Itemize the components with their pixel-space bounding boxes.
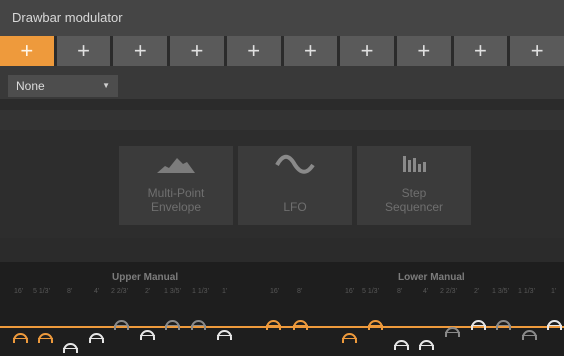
modulator-slots: + + + + + + + + + + <box>0 36 564 66</box>
footage-label: 4' <box>94 288 100 295</box>
drawbar-handle[interactable] <box>140 330 155 340</box>
card-label-line2: Sequencer <box>384 200 444 214</box>
footage-label: 2 2/3' <box>440 288 457 295</box>
drawbar-handle[interactable] <box>266 320 281 330</box>
drawbar-handle[interactable] <box>419 340 434 350</box>
multi-point-envelope-card[interactable]: Multi-Point Envelope <box>119 146 233 225</box>
footage-label: 5 1/3' <box>362 288 379 295</box>
lfo-card[interactable]: LFO <box>238 146 352 225</box>
sine-wave-icon <box>275 154 315 174</box>
drawbar-strip <box>0 262 564 356</box>
slot-4-button[interactable]: + <box>170 36 224 66</box>
drawbar-handle[interactable] <box>368 320 383 330</box>
lower-manual-label: Lower Manual <box>398 272 465 283</box>
footage-label: 1' <box>222 288 228 295</box>
slot-10-button[interactable]: + <box>510 36 564 66</box>
envelope-icon <box>157 158 195 173</box>
footage-label: 2' <box>145 288 151 295</box>
slot-9-button[interactable]: + <box>453 36 508 66</box>
drawbar-handle[interactable] <box>293 320 308 330</box>
drawbar-handle[interactable] <box>191 320 206 330</box>
divider-band <box>0 110 564 130</box>
card-label-line1: Step <box>401 186 427 200</box>
footage-label: 1 3/5' <box>492 288 509 295</box>
drawbar-handle[interactable] <box>63 343 78 353</box>
upper-manual-label: Upper Manual <box>112 272 179 283</box>
drawbar-handle[interactable] <box>445 327 460 337</box>
footage-label: 16' <box>14 288 24 295</box>
drawbar-handle[interactable] <box>217 330 232 340</box>
footage-label: 16' <box>270 288 280 295</box>
drawbar-handle[interactable] <box>114 320 129 330</box>
footage-label: 1 1/3' <box>192 288 209 295</box>
drawbar-handle[interactable] <box>342 333 357 343</box>
footage-label: 5 1/3' <box>33 288 50 295</box>
drawbar-handle[interactable] <box>496 320 511 330</box>
step-sequencer-card[interactable]: Step Sequencer <box>357 146 471 225</box>
drawbar-handle[interactable] <box>89 333 104 343</box>
panel-title: Drawbar modulator <box>12 10 123 25</box>
footage-label: 1' <box>551 288 557 295</box>
drawbar-handle[interactable] <box>547 320 562 330</box>
drawbar-handle[interactable] <box>13 333 28 343</box>
chevron-down-icon: ▼ <box>102 81 110 90</box>
bars-icon <box>403 156 426 172</box>
footage-label: 8' <box>397 288 403 295</box>
card-label-line1: Multi-Point <box>147 186 205 200</box>
drawbar-handle[interactable] <box>471 320 486 330</box>
source-dropdown-value: None <box>16 79 45 93</box>
slot-3-button[interactable]: + <box>113 36 168 66</box>
source-dropdown[interactable]: None ▼ <box>8 75 118 97</box>
footage-label: 8' <box>67 288 73 295</box>
footage-label: 1 1/3' <box>518 288 535 295</box>
footage-label: 16' <box>345 288 355 295</box>
drawbar-handle[interactable] <box>165 320 180 330</box>
footage-label: 2 2/3' <box>111 288 128 295</box>
footage-label: 1 3/5' <box>164 288 181 295</box>
slot-6-button[interactable]: + <box>283 36 338 66</box>
footage-label: 2' <box>474 288 480 295</box>
card-label-line2: Envelope <box>150 200 202 214</box>
slot-7-button[interactable]: + <box>340 36 394 66</box>
slot-8-button[interactable]: + <box>396 36 451 66</box>
drawbar-handle[interactable] <box>394 340 409 350</box>
footage-label: 8' <box>297 288 303 295</box>
slot-2-button[interactable]: + <box>56 36 111 66</box>
slot-1-button[interactable]: + <box>0 36 54 66</box>
footage-label: 4' <box>423 288 429 295</box>
card-label: LFO <box>283 200 307 214</box>
drawbar-handle[interactable] <box>522 330 537 340</box>
drawbar-handle[interactable] <box>38 333 53 343</box>
slot-5-button[interactable]: + <box>226 36 281 66</box>
